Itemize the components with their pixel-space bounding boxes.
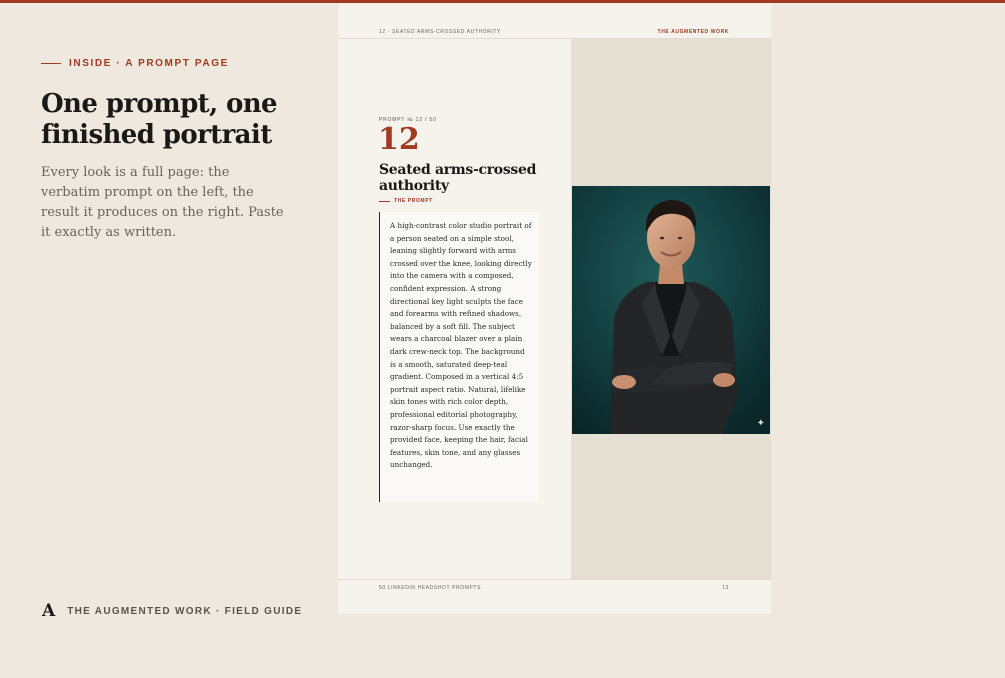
book-spread: 12 · SEATED ARMS-CROSSED AUTHORITY THE A… <box>338 4 771 614</box>
section-eyebrow: INSIDE · A PROMPT PAGE <box>41 58 301 69</box>
prompt-label-rule <box>379 200 390 202</box>
result-page: ✦ <box>571 39 771 579</box>
intro-description: Every look is a full page: the verbatim … <box>41 165 284 240</box>
sparkle-icon: ✦ <box>756 418 765 429</box>
intro-heading: One prompt, one finished portrait <box>41 89 278 150</box>
prompt-label-text: THE PROMPT <box>394 198 433 204</box>
prompt-label: THE PROMPT <box>379 198 433 204</box>
brand-label: THE AUGMENTED WORK · FIELD GUIDE <box>67 605 303 617</box>
running-foot: 50 LINKEDIN HEADSHOT PROMPTS 13 <box>338 579 771 615</box>
running-head-right: THE AUGMENTED WORK <box>657 29 729 35</box>
portrait-photo: ✦ <box>572 186 770 434</box>
intro-panel: INSIDE · A PROMPT PAGE One prompt, one f… <box>41 58 301 243</box>
eyebrow-text: INSIDE · A PROMPT PAGE <box>69 58 229 69</box>
prompt-box: A high-contrast color studio portrait of… <box>379 212 539 502</box>
running-head: 12 · SEATED ARMS-CROSSED AUTHORITY THE A… <box>338 4 771 39</box>
running-head-left: 12 · SEATED ARMS-CROSSED AUTHORITY <box>379 29 501 35</box>
page-number: 13 <box>722 585 729 591</box>
brand-logo: A <box>42 601 56 621</box>
prompt-number: 12 <box>378 122 420 157</box>
top-accent-bar <box>0 0 1005 3</box>
brand-footer: A THE AUGMENTED WORK · FIELD GUIDE <box>42 601 302 621</box>
portrait-illustration <box>572 186 770 434</box>
prompt-text[interactable]: A high-contrast color studio portrait of… <box>390 220 532 472</box>
prompt-page: PROMPT № 12 / 50 12 Seated arms-crossed … <box>338 39 571 579</box>
running-foot-left: 50 LINKEDIN HEADSHOT PROMPTS <box>379 585 482 591</box>
eyebrow-rule <box>41 63 61 64</box>
prompt-title: Seated arms-crossed authority <box>379 162 537 194</box>
